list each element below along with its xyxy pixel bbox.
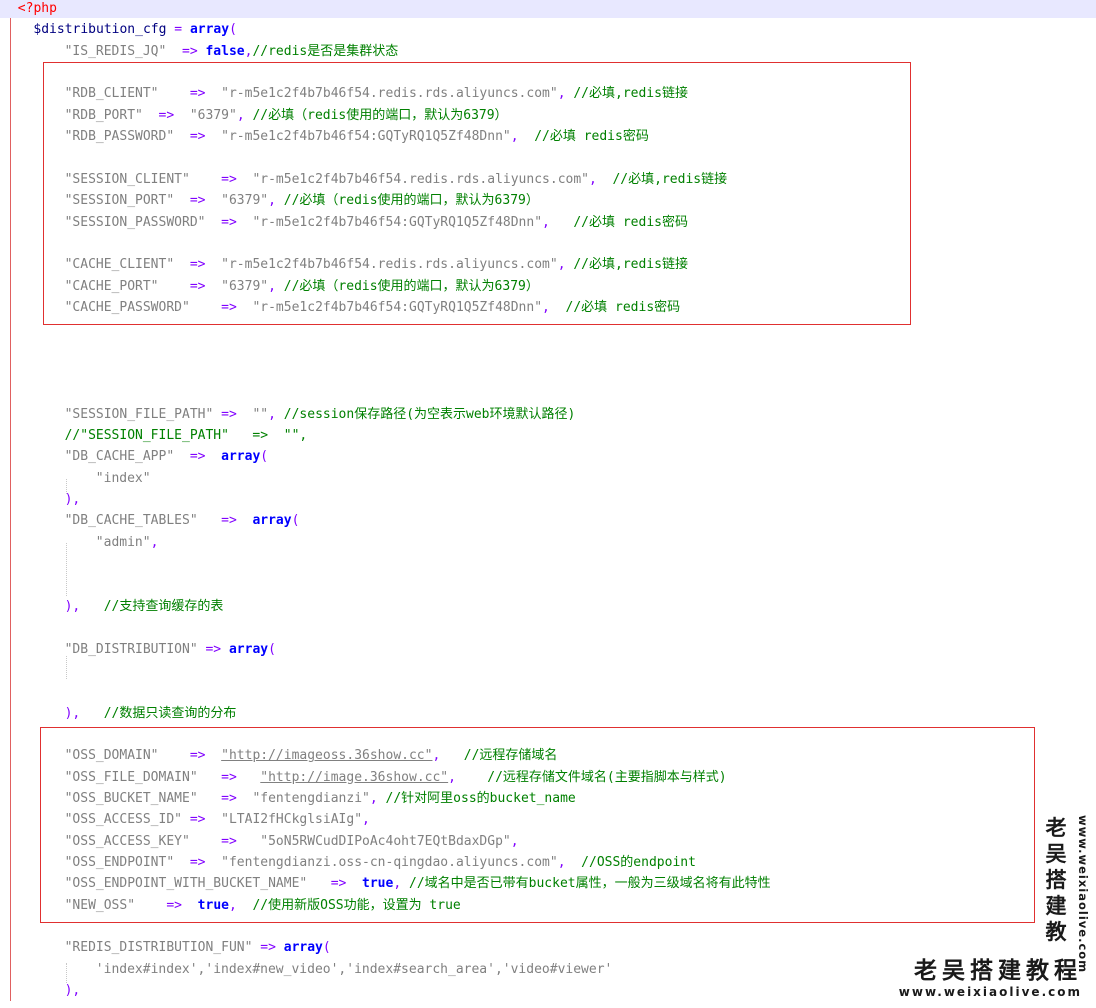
code-token: =>	[197, 641, 229, 657]
code-token: (	[260, 449, 269, 465]
watermark-text: 老吴搭建教程	[914, 958, 1082, 984]
code-line[interactable]	[0, 575, 1096, 594]
code-token: array	[228, 641, 269, 657]
code-editor[interactable]: <?php $distribution_cfg = array("IS_REDIS…	[0, 0, 1096, 1008]
code-token: =>	[174, 449, 222, 465]
code-token: (	[291, 513, 300, 529]
code-token: //redis是否是集群状态	[252, 43, 399, 59]
indent-guide	[66, 656, 67, 679]
code-token: ),	[64, 598, 104, 614]
code-line[interactable]	[0, 618, 1096, 637]
code-line[interactable]: ), //数据只读查询的分布	[0, 704, 1096, 723]
code-line[interactable]: "DB_CACHE_TABLES" => array(	[0, 511, 1096, 530]
code-token: "IS_REDIS_JQ"	[64, 43, 167, 59]
highlight-box-redis	[43, 62, 911, 325]
code-token: ,	[268, 406, 284, 422]
code-token: =	[166, 22, 190, 38]
code-line[interactable]: "DB_DISTRIBUTION" => array(	[0, 640, 1096, 659]
code-token: (	[322, 940, 331, 956]
code-token: "admin"	[95, 534, 151, 550]
code-token: ),	[64, 705, 104, 721]
code-line[interactable]	[0, 554, 1096, 573]
indent-guide	[66, 963, 67, 983]
code-token: "DB_CACHE_TABLES"	[64, 513, 198, 529]
code-token: array	[283, 940, 323, 956]
code-token: "SESSION_FILE_PATH"	[64, 406, 214, 422]
indent-guide	[66, 543, 67, 596]
code-line[interactable]: <?php	[0, 0, 1096, 18]
code-line[interactable]	[0, 341, 1096, 360]
code-line[interactable]: "index"	[0, 469, 1096, 488]
code-token: ""	[252, 406, 269, 422]
code-token: //"SESSION_FILE_PATH" => "",	[64, 428, 308, 443]
code-token: array	[221, 449, 261, 465]
code-token: "index"	[95, 470, 151, 486]
code-token: "DB_CACHE_APP"	[64, 449, 175, 465]
watermark-url: www.weixiaolive.com	[898, 985, 1082, 999]
code-token: =>	[197, 513, 253, 529]
code-token: //支持查询缓存的表	[103, 598, 224, 614]
code-line[interactable]: ), //支持查询缓存的表	[0, 597, 1096, 616]
code-line[interactable]: ),	[0, 490, 1096, 509]
code-token: "DB_DISTRIBUTION"	[64, 641, 198, 657]
code-token: ),	[64, 983, 81, 999]
code-line[interactable]: "DB_CACHE_APP" => array(	[0, 447, 1096, 466]
code-line[interactable]: $distribution_cfg = array(	[0, 20, 1096, 39]
code-line[interactable]	[0, 661, 1096, 680]
watermark-vertical-text: 老吴搭建教	[1045, 816, 1067, 944]
code-token: array	[189, 22, 230, 38]
code-line[interactable]: //"SESSION_FILE_PATH" => "",	[0, 426, 1096, 445]
code-token: ,	[150, 534, 159, 550]
code-line[interactable]	[0, 362, 1096, 381]
code-line[interactable]: "SESSION_FILE_PATH" => "", //session保存路径…	[0, 405, 1096, 424]
code-token: (	[268, 641, 276, 657]
code-token: //session保存路径(为空表示web环境默认路径)	[283, 406, 576, 422]
indent-guide	[66, 479, 67, 494]
code-token: =>	[213, 406, 253, 422]
highlight-box-oss	[40, 727, 1035, 923]
code-line[interactable]: "IS_REDIS_JQ" => false,//redis是否是集群状态	[0, 42, 1096, 61]
code-token: (	[229, 22, 237, 38]
code-token: array	[252, 513, 292, 529]
code-line[interactable]	[0, 682, 1096, 701]
code-token: $distribution_cfg	[33, 22, 167, 38]
code-token: <?php	[17, 1, 57, 16]
code-token: "REDIS_DISTRIBUTION_FUN"	[64, 940, 253, 956]
code-token: =>	[252, 940, 284, 956]
code-line[interactable]: "admin",	[0, 533, 1096, 552]
code-token: //数据只读查询的分布	[103, 705, 237, 721]
code-token: false	[205, 43, 245, 59]
code-token: =>	[166, 43, 206, 59]
code-token: ),	[64, 492, 81, 508]
code-line[interactable]	[0, 383, 1096, 402]
code-token: 'index#index','index#new_video','index#s…	[95, 961, 613, 977]
